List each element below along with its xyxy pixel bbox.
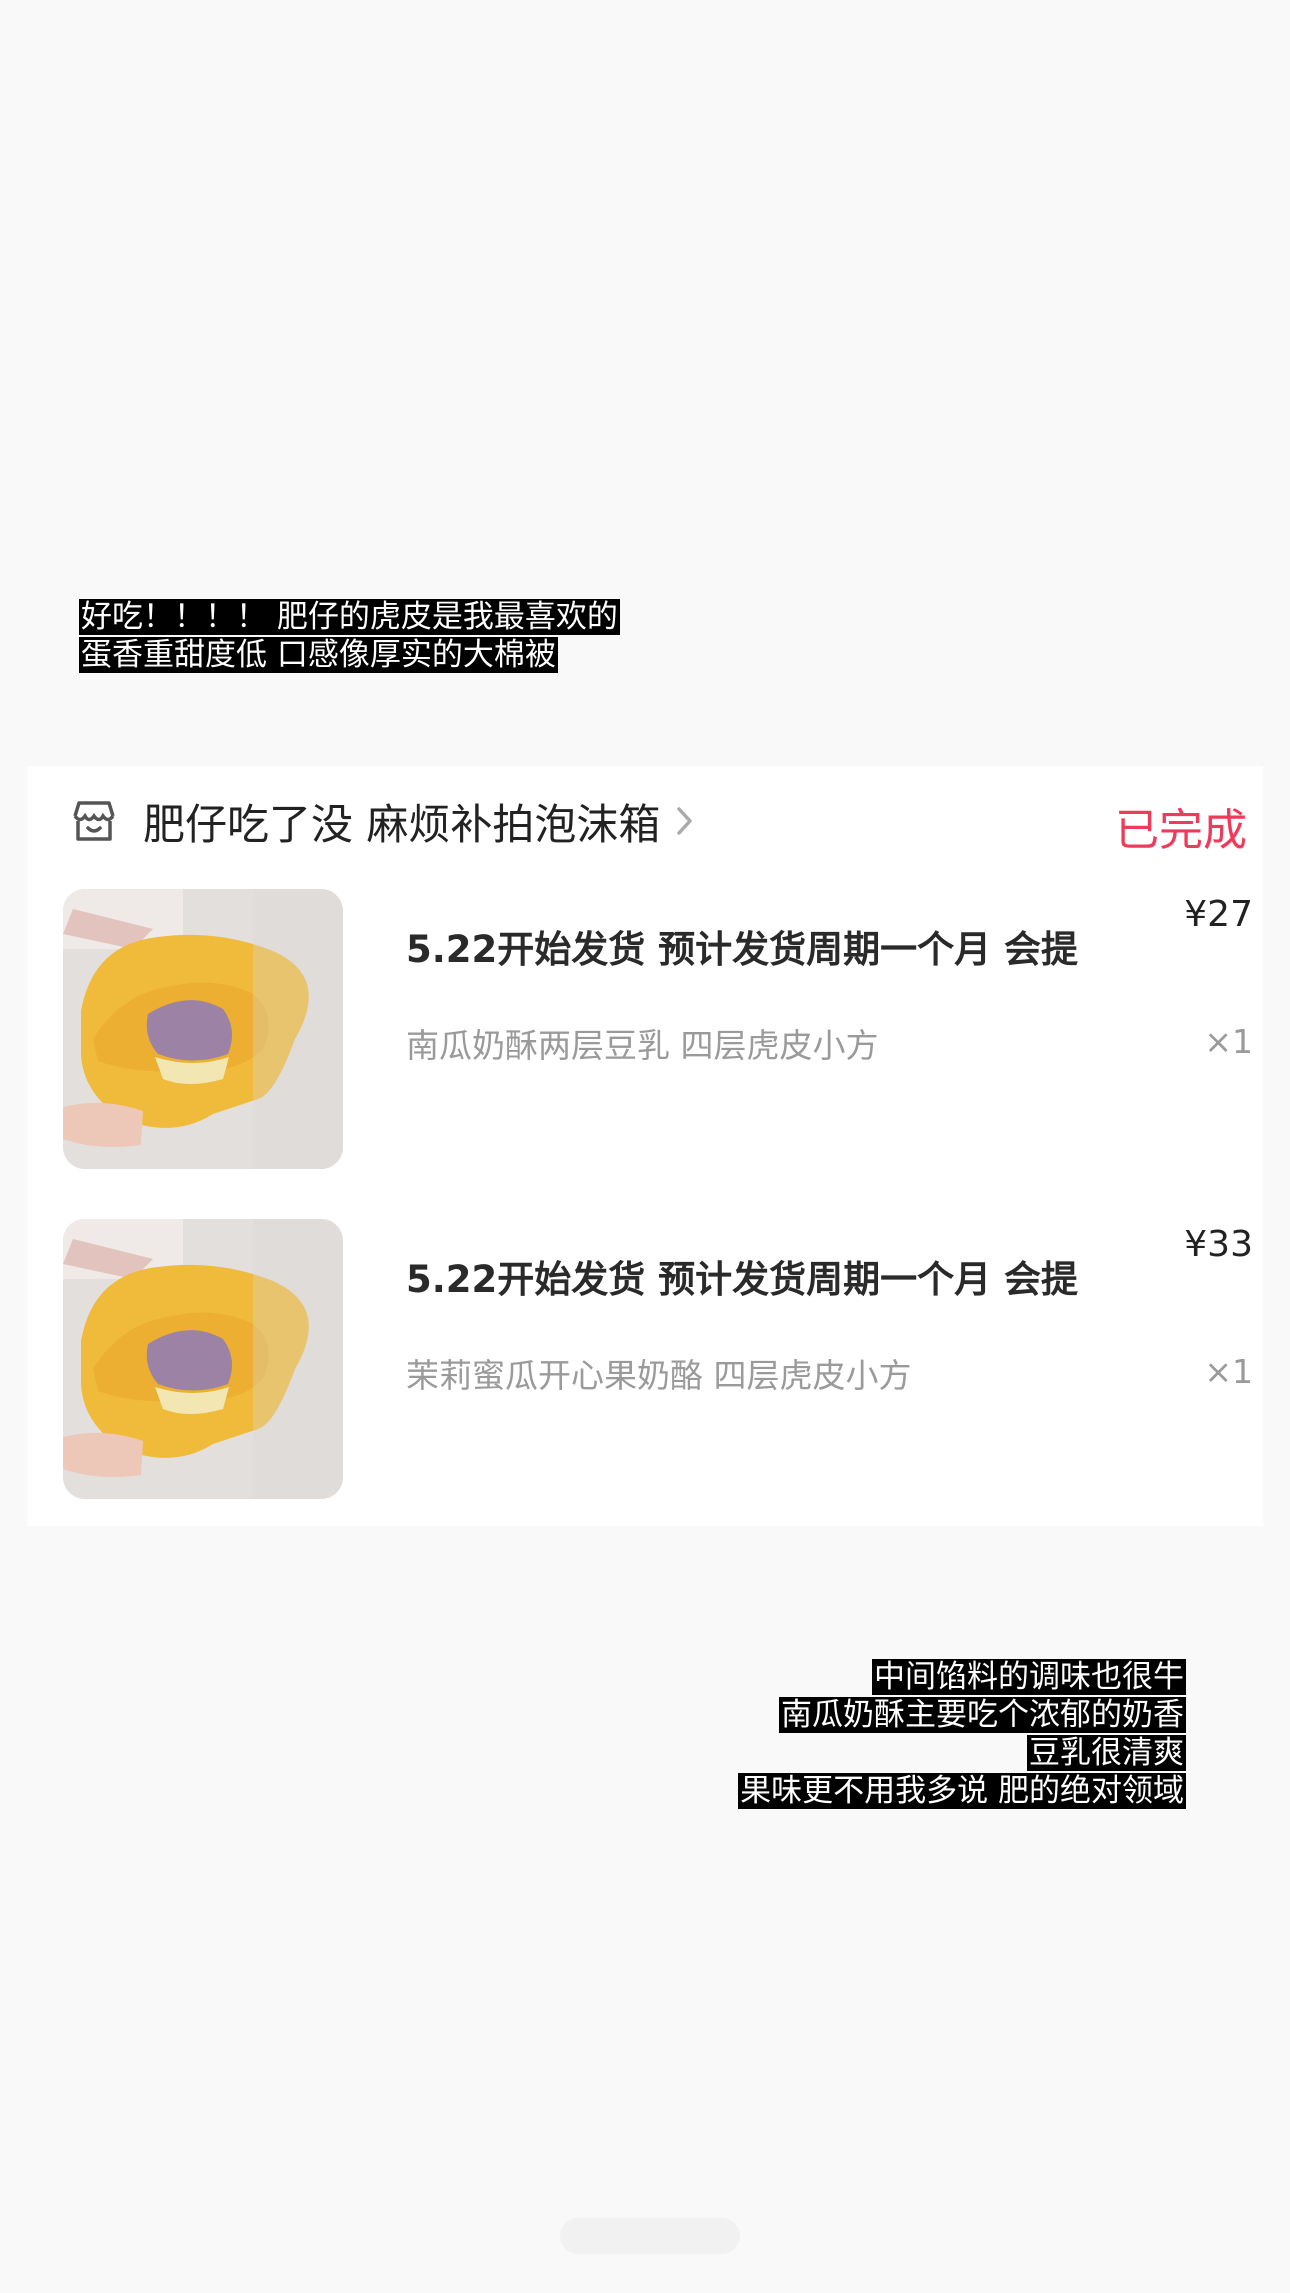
item-quantity: ×1 (1204, 1022, 1253, 1061)
order-card: 肥仔吃了没 麻烦补拍泡沫箱 已完成 5.22开始发货 预计发货周期一个月 会提 … (27, 766, 1263, 1526)
caption-line: 好吃！！！！ 肥仔的虎皮是我最喜欢的 (79, 598, 620, 636)
shop-icon (73, 801, 115, 841)
top-caption: 好吃！！！！ 肥仔的虎皮是我最喜欢的 蛋香重甜度低 口感像厚实的大棉被 (79, 598, 620, 674)
item-quantity: ×1 (1204, 1352, 1253, 1391)
product-thumbnail[interactable] (63, 889, 343, 1169)
item-spec: 茉莉蜜瓜开心果奶酪 四层虎皮小方 (406, 1356, 912, 1395)
shop-name[interactable]: 肥仔吃了没 麻烦补拍泡沫箱 (143, 791, 660, 852)
item-price: ¥27 (1184, 894, 1253, 935)
caption-text: 果味更不用我多说 肥的绝对领域 (738, 1773, 1186, 1809)
caption-line: 果味更不用我多说 肥的绝对领域 (738, 1772, 1186, 1810)
product-image (63, 889, 343, 1169)
order-status: 已完成 (1115, 805, 1247, 856)
product-image (63, 1219, 343, 1499)
caption-text: 南瓜奶酥主要吃个浓郁的奶香 (779, 1697, 1186, 1733)
caption-text: 好吃！！！！ 肥仔的虎皮是我最喜欢的 (79, 599, 620, 635)
order-item[interactable]: 5.22开始发货 预计发货周期一个月 会提 南瓜奶酥两层豆乳 四层虎皮小方 ¥2… (63, 889, 1253, 1171)
caption-line: 豆乳很清爽 (1027, 1734, 1186, 1772)
bottom-caption: 中间馅料的调味也很牛 南瓜奶酥主要吃个浓郁的奶香 豆乳很清爽 果味更不用我多说 … (738, 1658, 1186, 1810)
caption-text: 豆乳很清爽 (1027, 1735, 1186, 1771)
order-item[interactable]: 5.22开始发货 预计发货周期一个月 会提 茉莉蜜瓜开心果奶酪 四层虎皮小方 ¥… (63, 1219, 1253, 1501)
shop-header[interactable]: 肥仔吃了没 麻烦补拍泡沫箱 已完成 (67, 786, 1247, 856)
chevron-right-icon[interactable] (674, 803, 696, 839)
watermark (560, 2218, 740, 2254)
caption-line: 南瓜奶酥主要吃个浓郁的奶香 (779, 1696, 1186, 1734)
caption-text: 蛋香重甜度低 口感像厚实的大棉被 (79, 637, 558, 673)
product-thumbnail[interactable] (63, 1219, 343, 1499)
item-title: 5.22开始发货 预计发货周期一个月 会提 (406, 1258, 1079, 1301)
item-price: ¥33 (1184, 1224, 1253, 1265)
caption-line: 中间馅料的调味也很牛 (872, 1658, 1186, 1696)
item-title: 5.22开始发货 预计发货周期一个月 会提 (406, 928, 1079, 971)
caption-line: 蛋香重甜度低 口感像厚实的大棉被 (79, 636, 558, 674)
item-spec: 南瓜奶酥两层豆乳 四层虎皮小方 (406, 1026, 879, 1065)
caption-text: 中间馅料的调味也很牛 (872, 1659, 1186, 1695)
